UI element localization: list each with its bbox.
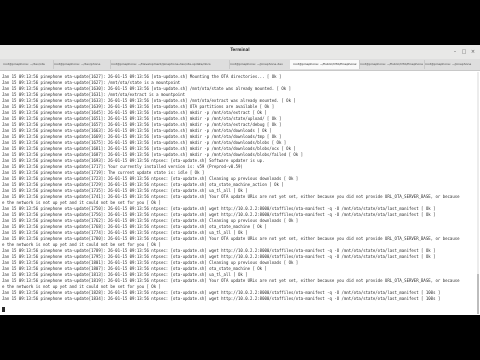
tab-6[interactable]: root@pinephone: ~/Public/OTA/Pinephone: [357, 60, 425, 69]
window-title: Terminal: [230, 47, 250, 52]
title-bar[interactable]: Terminal – □ ×: [0, 45, 480, 60]
tab-label: root@pinephone: ~/Development/pinephone-…: [111, 62, 211, 66]
tab-label: root@pinephone: ~/Public/OTA/Pinephone: [360, 62, 424, 66]
scrollbar-thumb[interactable]: [477, 274, 479, 314]
tab-label: root@pinephone: ~/Public/OTA/Pinephone: [293, 62, 357, 66]
tab-label: root@pinephone: ~/dev/ota: [3, 62, 45, 66]
terminal-cursor: [2, 306, 5, 312]
vertical-scrollbar[interactable]: [477, 72, 479, 314]
maximize-icon[interactable]: □: [461, 49, 467, 55]
tab-label: root@pinephone: ~/pinephone: [425, 62, 472, 66]
tab-3[interactable]: root@pinephone: ~/Development/pinephone-…: [108, 60, 230, 69]
terminal-output[interactable]: Jan 15 09:13:56 pinephone ota-update[162…: [0, 71, 476, 315]
tab-label: root@pinephone: ~/dev/phone: [54, 62, 101, 66]
tab-1[interactable]: root@pinephone: ~/dev/ota: [0, 60, 54, 69]
tab-4[interactable]: root@pinephone: ~/pinephone-dev: [227, 60, 293, 69]
tab-bar: root@pinephone: ~/dev/ota root@pinephone…: [0, 59, 480, 71]
terminal-window: Terminal – □ × root@pinephone: ~/dev/ota…: [0, 45, 480, 315]
tab-2[interactable]: root@pinephone: ~/dev/phone: [51, 60, 111, 69]
prompt-line[interactable]: [2, 305, 5, 312]
tab-5-active[interactable]: root@pinephone: ~/Public/OTA/Pinephone ×: [290, 60, 360, 69]
tab-7[interactable]: root@pinephone: ~/pinephone: [422, 60, 480, 69]
minimize-icon[interactable]: –: [452, 49, 458, 55]
close-icon[interactable]: ×: [470, 49, 476, 55]
tab-label: root@pinephone: ~/pinephone-dev: [230, 62, 283, 66]
log-line: Jan 15 09:13:56 pinephone ota-update[183…: [2, 296, 441, 301]
